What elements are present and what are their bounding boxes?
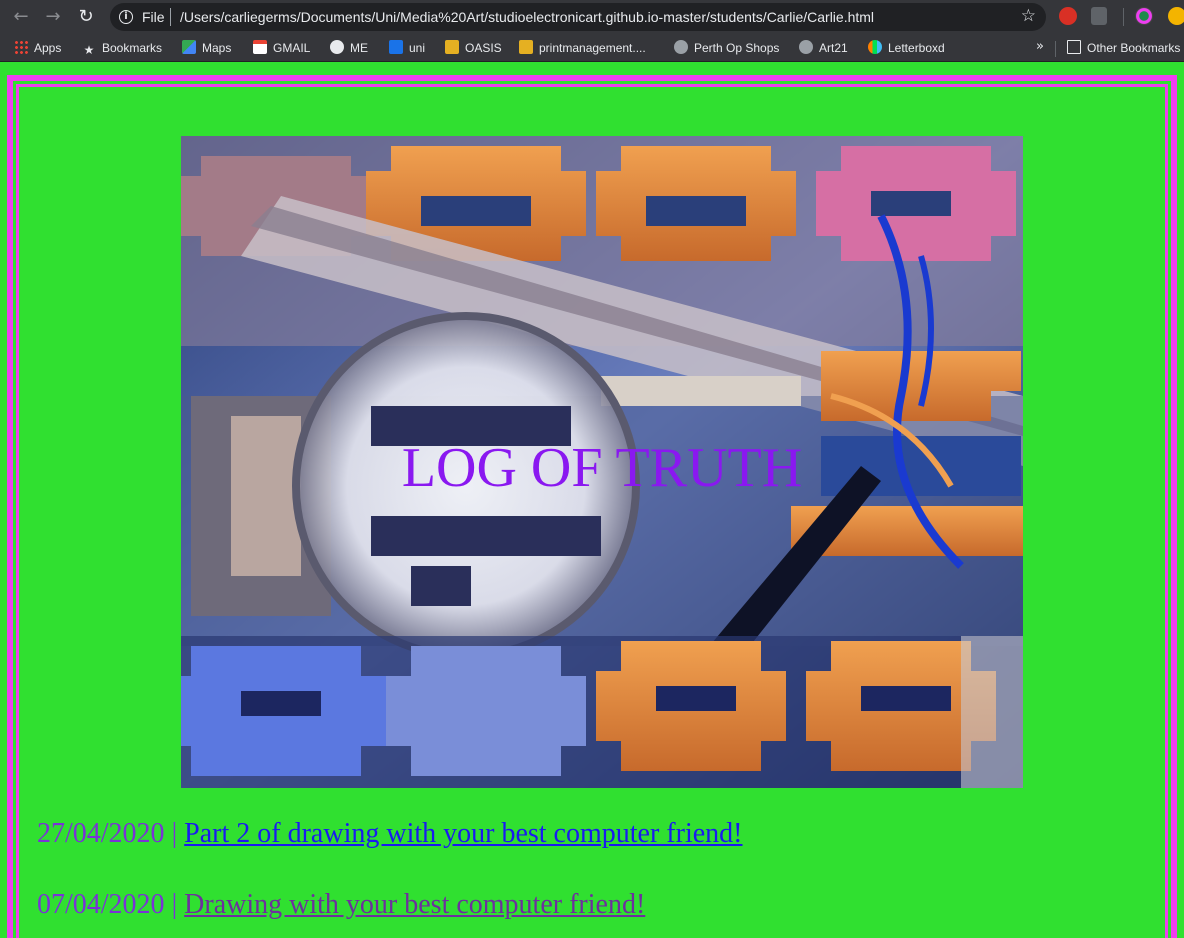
- bookmarks-divider: [1055, 41, 1056, 57]
- extension-stop-icon[interactable]: [1059, 7, 1077, 25]
- star-icon: ★: [83, 43, 95, 57]
- log-entry: 07/04/2020 | Drawing with your best comp…: [37, 889, 645, 921]
- bookmark-bookmarks[interactable]: ★ Bookmarks: [82, 40, 163, 57]
- globe-icon: [674, 40, 688, 54]
- page-title: LOG OF TRUTH: [401, 437, 803, 499]
- entry-link[interactable]: Part 2 of drawing with your best compute…: [184, 818, 742, 849]
- bookmark-label: Perth Op Shops: [694, 41, 780, 55]
- scheme-label: File: [142, 9, 165, 25]
- browser-toolbar: ← → ↻ i File /Users/carliegerms/Document…: [0, 0, 1184, 34]
- bookmarks-overflow-icon[interactable]: »: [1036, 39, 1044, 54]
- bookmark-letterboxd[interactable]: Letterboxd: [868, 40, 945, 56]
- reload-icon[interactable]: ↻: [74, 5, 98, 29]
- bookmark-printmanagement[interactable]: printmanagement....: [519, 40, 646, 56]
- bookmark-me[interactable]: ME: [330, 40, 368, 56]
- info-icon[interactable]: i: [119, 10, 133, 24]
- glitch-artwork: LOG OF TRUTH: [181, 136, 1023, 788]
- bookmark-label: ME: [350, 41, 368, 55]
- letterboxd-icon: [868, 40, 882, 54]
- bookmark-maps[interactable]: Maps: [182, 40, 231, 56]
- oasis-icon: [445, 40, 459, 54]
- bookmark-label: printmanagement....: [539, 41, 646, 55]
- apps-grid-icon: [14, 40, 28, 54]
- bookmark-star-icon[interactable]: ☆: [1021, 6, 1036, 26]
- entry-link[interactable]: Drawing with your best computer friend!: [184, 889, 645, 920]
- bookmark-label: Art21: [819, 41, 848, 55]
- entry-date: 07/04/2020: [37, 889, 165, 920]
- extension-divider: [1123, 8, 1124, 26]
- bookmark-art21[interactable]: Art21: [799, 40, 848, 56]
- entry-separator: |: [171, 889, 178, 920]
- entry-separator: |: [171, 818, 178, 849]
- bookmark-label: uni: [409, 41, 426, 55]
- address-divider: [170, 8, 171, 26]
- bookmark-label: Maps: [202, 41, 232, 55]
- bookmark-label: Bookmarks: [102, 41, 163, 55]
- folder-icon: [1067, 40, 1081, 54]
- url-text[interactable]: /Users/carliegerms/Documents/Uni/Media%2…: [180, 9, 874, 25]
- bookmark-perth-op-shops[interactable]: Perth Op Shops: [674, 40, 779, 56]
- bookmark-label: GMAIL: [273, 41, 311, 55]
- bookmark-apps[interactable]: Apps: [14, 40, 61, 56]
- bookmark-gmail[interactable]: GMAIL: [253, 40, 310, 56]
- bookmark-label: Apps: [34, 41, 62, 55]
- bookmarks-bar: Apps ★ Bookmarks Maps GMAIL ME uni OASIS …: [0, 34, 1184, 62]
- maps-icon: [182, 40, 196, 54]
- back-icon[interactable]: ←: [9, 5, 33, 29]
- print-icon: [519, 40, 533, 54]
- log-entry: 27/04/2020 | Part 2 of drawing with your…: [37, 818, 742, 850]
- bookmark-uni[interactable]: uni: [389, 40, 425, 56]
- extension-rocket-icon[interactable]: [1091, 7, 1107, 25]
- outlook-icon: [389, 40, 403, 54]
- bookmark-other[interactable]: Other Bookmarks: [1067, 40, 1180, 56]
- forward-icon[interactable]: →: [41, 5, 65, 29]
- extension-yellow-icon[interactable]: [1168, 7, 1184, 25]
- entry-date: 27/04/2020: [37, 818, 165, 849]
- me-icon: [330, 40, 344, 54]
- bookmark-oasis[interactable]: OASIS: [445, 40, 502, 56]
- page-viewport: LOG OF TRUTH 27/04/2020 | Part 2 of draw…: [0, 62, 1184, 938]
- bookmark-label: OASIS: [465, 41, 502, 55]
- gmail-icon: [253, 40, 267, 54]
- address-bar[interactable]: i File /Users/carliegerms/Documents/Uni/…: [110, 3, 1046, 31]
- bookmark-label: Letterboxd: [888, 41, 945, 55]
- profile-avatar-icon[interactable]: [1135, 7, 1153, 25]
- bookmark-label: Other Bookmarks: [1087, 41, 1181, 55]
- globe-icon: [799, 40, 813, 54]
